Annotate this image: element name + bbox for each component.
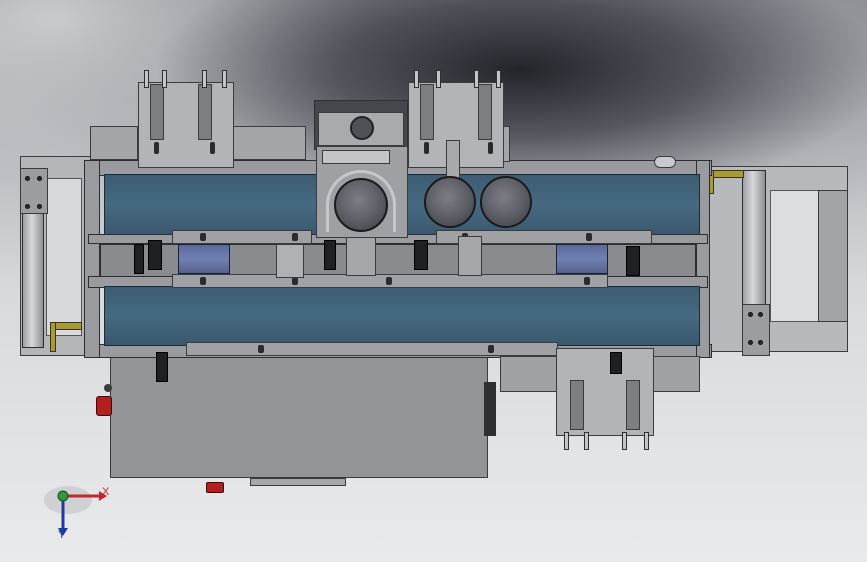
bolt	[37, 204, 42, 209]
left-bracket-foot	[50, 322, 56, 352]
adjust-slot	[292, 233, 298, 241]
drive-motor-left	[178, 244, 230, 274]
adjust-slot	[154, 142, 159, 154]
lower-conveyor-belt	[104, 286, 700, 346]
sensor	[134, 244, 144, 274]
adjust-slot	[258, 345, 264, 353]
emergency-stop-icon[interactable]	[96, 396, 112, 416]
adjust-slot	[586, 233, 592, 241]
adjust-slot	[292, 277, 298, 285]
adjust-slot	[488, 345, 494, 353]
center-post	[276, 244, 304, 278]
guide-pin	[564, 432, 569, 450]
right-corner-block	[654, 156, 676, 168]
center-slide-block	[458, 236, 482, 276]
roller-guard	[326, 170, 396, 232]
slide-rail	[420, 84, 434, 140]
center-slide-block	[346, 236, 376, 276]
bolt	[37, 176, 42, 181]
rear-panel-right	[230, 126, 306, 160]
left-end-frame-window	[46, 178, 82, 336]
guide-pin	[644, 432, 649, 450]
adjust-slot	[584, 277, 590, 285]
guide-pin	[414, 70, 419, 88]
bolt	[758, 340, 763, 345]
sensor	[324, 240, 336, 270]
cabinet-latch	[250, 478, 346, 486]
guide-pin	[584, 432, 589, 450]
roller-right	[480, 176, 532, 228]
guide-pin	[162, 70, 167, 88]
slide-rail	[150, 84, 164, 140]
guide-pin	[436, 70, 441, 88]
axis-label-x: X	[102, 486, 110, 498]
sensor	[148, 240, 162, 270]
adjust-slot	[200, 277, 206, 285]
guide-pin	[496, 70, 501, 88]
guide-pin	[474, 70, 479, 88]
right-cylinder-mount-bottom	[742, 304, 770, 356]
adjust-slot	[386, 277, 392, 285]
slide-rail	[570, 380, 584, 430]
sensor	[414, 240, 428, 270]
adjust-slot	[200, 233, 206, 241]
guide-pin	[144, 70, 149, 88]
bolt	[25, 204, 30, 209]
sensor	[156, 352, 168, 382]
bolt	[25, 176, 30, 181]
bolt	[748, 340, 753, 345]
clamp-head	[322, 150, 390, 164]
tensioner-strip	[186, 342, 558, 356]
right-end-frame-window	[770, 190, 822, 322]
gearbox-shaft-icon	[350, 116, 374, 140]
guide-pin	[622, 432, 627, 450]
drive-motor-right	[556, 244, 608, 274]
adjust-slot	[210, 142, 215, 154]
roller-center	[424, 176, 476, 228]
adjust-slot	[488, 142, 493, 154]
power-indicator-icon	[104, 384, 112, 392]
sensor	[610, 352, 622, 374]
slide-rail	[198, 84, 212, 140]
bolt	[758, 312, 763, 317]
slide-rail	[626, 380, 640, 430]
right-end-rail	[818, 190, 848, 322]
adjust-slot	[424, 142, 429, 154]
slide-rail	[478, 84, 492, 140]
foot-stop-icon	[206, 482, 224, 493]
control-cabinet-side-panel	[484, 382, 496, 436]
sensor	[626, 246, 640, 276]
rear-panel-left	[90, 126, 138, 160]
cad-viewport[interactable]: X Y	[0, 0, 867, 562]
bolt	[748, 312, 753, 317]
axis-label-y: Y	[58, 529, 66, 541]
guide-pin	[222, 70, 227, 88]
guide-pin	[202, 70, 207, 88]
tensioner-strip	[172, 230, 312, 244]
frame-left-post	[84, 160, 100, 358]
